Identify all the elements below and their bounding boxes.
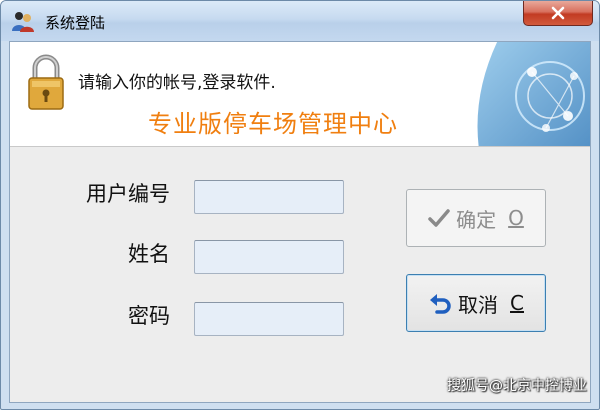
close-icon [551, 6, 565, 20]
cancel-accelerator: C [510, 291, 524, 315]
password-label: 密码 [128, 304, 170, 328]
banner-message: 请输入你的帐号,登录软件. [78, 73, 276, 93]
cancel-button[interactable]: 取消 C [406, 274, 546, 332]
watermark-text: 搜狐号@北京中控博业 [447, 378, 587, 394]
undo-icon [430, 294, 451, 314]
ok-label: 确定 [456, 207, 497, 232]
password-input[interactable] [194, 302, 344, 336]
banner: 请输入你的帐号,登录软件. 专业版停车场管理中心 [10, 42, 590, 147]
users-icon [12, 12, 34, 32]
window-title: 系统登陆 [45, 14, 106, 32]
title-bar[interactable]: 系统登陆 [1, 1, 599, 41]
ok-button[interactable]: 确定 O [406, 189, 546, 247]
login-window: 系统登陆 请输入你的帐号,登录软件. 专业版停车场管理中心 用户编号 姓名 密码… [0, 0, 600, 410]
user-id-input[interactable] [194, 180, 344, 214]
name-label: 姓名 [128, 242, 170, 266]
cancel-label: 取消 [458, 292, 499, 317]
client-area: 请输入你的帐号,登录软件. 专业版停车场管理中心 用户编号 姓名 密码 确定 O… [9, 41, 591, 403]
name-input[interactable] [194, 240, 344, 274]
lock-icon [28, 54, 64, 110]
network-graphic [477, 42, 590, 146]
user-id-label: 用户编号 [86, 182, 170, 206]
checkmark-icon [428, 209, 450, 227]
banner-title: 专业版停车场管理中心 [148, 110, 398, 138]
ok-accelerator: O [508, 206, 524, 230]
close-button[interactable] [523, 1, 593, 26]
